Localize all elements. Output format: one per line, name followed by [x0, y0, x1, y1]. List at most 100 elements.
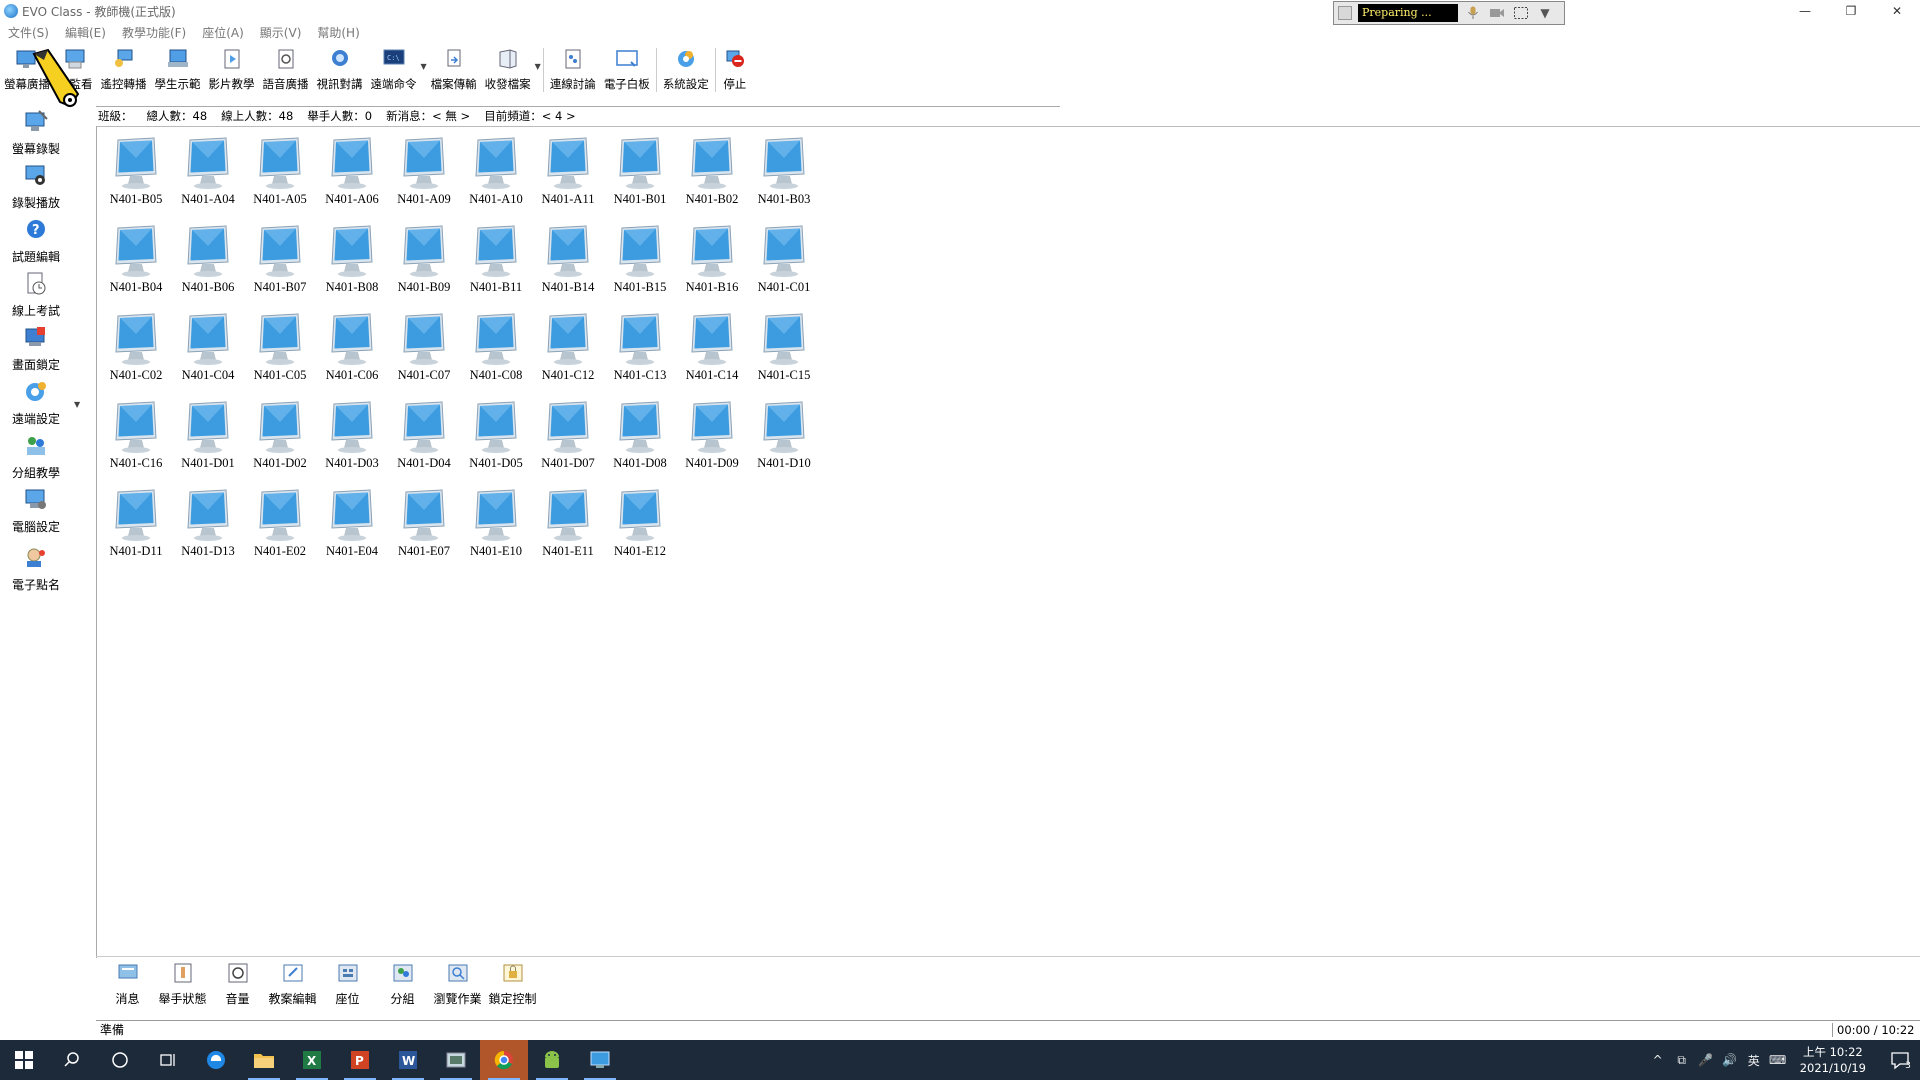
close-button[interactable]: ✕ [1874, 0, 1920, 22]
student-computer[interactable]: N401-B05 [100, 136, 172, 224]
toolbar-stop[interactable]: 停止 [718, 44, 752, 96]
student-computer[interactable]: N401-E04 [316, 488, 388, 576]
student-computer[interactable]: N401-B02 [676, 136, 748, 224]
student-computer[interactable]: N401-B01 [604, 136, 676, 224]
toolbar-file-transfer[interactable]: 檔案傳輸 [427, 44, 481, 96]
tray-overflow-icon[interactable]: ^ [1646, 1053, 1670, 1067]
bottom-volume-button[interactable]: 音量 [210, 960, 265, 1012]
record-stop-button[interactable] [1338, 6, 1352, 20]
bottom-browse-homework-button[interactable]: 瀏覽作業 [430, 960, 485, 1012]
student-computer[interactable]: N401-D02 [244, 400, 316, 488]
sidebar-item-screen-record[interactable]: 螢幕錄製 [0, 108, 72, 157]
student-computer[interactable]: N401-A04 [172, 136, 244, 224]
sidebar-item-remote-settings[interactable]: 遠端設定 [0, 378, 72, 427]
toolbar-discussion[interactable]: 連線討論 [546, 44, 600, 96]
student-computer[interactable]: N401-D03 [316, 400, 388, 488]
sidebar-item-computer-settings[interactable]: 電腦設定 [0, 486, 72, 535]
student-computer[interactable]: N401-A10 [460, 136, 532, 224]
student-computer[interactable]: N401-C02 [100, 312, 172, 400]
student-computer[interactable]: N401-D13 [172, 488, 244, 576]
menu-teaching[interactable]: 教學功能(F) [114, 24, 194, 41]
student-computer[interactable]: N401-C01 [748, 224, 820, 312]
toolbar-video-intercom[interactable]: 視訊對講 [313, 44, 367, 96]
microphone-icon[interactable] [1464, 5, 1482, 21]
student-computer[interactable]: N401-E07 [388, 488, 460, 576]
student-computer[interactable]: N401-B09 [388, 224, 460, 312]
microphone-tray-icon[interactable]: 🎤 [1694, 1053, 1718, 1067]
taskbar-word[interactable]: W [384, 1040, 432, 1080]
student-computer[interactable]: N401-B06 [172, 224, 244, 312]
student-computer[interactable]: N401-A05 [244, 136, 316, 224]
region-select-icon[interactable] [1512, 5, 1530, 21]
bottom-lesson-edit-button[interactable]: 教案編輯 [265, 960, 320, 1012]
toolbar-remote-relay[interactable]: 遙控轉播 [97, 44, 151, 96]
student-computer[interactable]: N401-C08 [460, 312, 532, 400]
toolbar-remote-command[interactable]: C:\ 遠端命令 [367, 44, 421, 96]
student-computer[interactable]: N401-C13 [604, 312, 676, 400]
speaker-icon[interactable]: 🔊 [1718, 1053, 1742, 1067]
sidebar-dropdown-icon[interactable]: ▼ [74, 400, 80, 409]
menu-file[interactable]: 文件(S) [0, 24, 57, 41]
taskbar-app[interactable] [432, 1040, 480, 1080]
menu-seat[interactable]: 座位(A) [194, 24, 252, 41]
keyboard-icon[interactable]: ⌨ [1766, 1053, 1790, 1067]
toolbar-collect-files[interactable]: 收發檔案 [481, 44, 535, 96]
sidebar-item-group-teach[interactable]: 分組教學 [0, 432, 72, 481]
student-computer[interactable]: N401-E12 [604, 488, 676, 576]
taskbar-cortana[interactable] [96, 1040, 144, 1080]
taskbar-chrome[interactable] [480, 1040, 528, 1080]
notification-center-button[interactable]: 3 [1880, 1040, 1920, 1080]
input-language[interactable]: 英 [1742, 1052, 1766, 1069]
student-computer[interactable]: N401-B07 [244, 224, 316, 312]
student-computer[interactable]: N401-B08 [316, 224, 388, 312]
student-computer[interactable]: N401-E11 [532, 488, 604, 576]
student-computer[interactable]: N401-D10 [748, 400, 820, 488]
restore-button[interactable]: ❐ [1828, 0, 1874, 22]
student-computer[interactable]: N401-D08 [604, 400, 676, 488]
student-computer[interactable]: N401-B14 [532, 224, 604, 312]
student-computer[interactable]: N401-B11 [460, 224, 532, 312]
student-computer[interactable]: N401-D07 [532, 400, 604, 488]
toolbar-student-demo[interactable]: 學生示範 [151, 44, 205, 96]
student-computer[interactable]: N401-C05 [244, 312, 316, 400]
sidebar-item-record-playback[interactable]: 錄製播放 [0, 162, 72, 211]
bottom-raise-hand-button[interactable]: 舉手狀態 [155, 960, 210, 1012]
taskbar-android[interactable] [528, 1040, 576, 1080]
student-computer[interactable]: N401-C06 [316, 312, 388, 400]
bottom-message-button[interactable]: 消息 [100, 960, 155, 1012]
taskbar-powerpoint[interactable]: P [336, 1040, 384, 1080]
student-computer[interactable]: N401-B16 [676, 224, 748, 312]
student-computer[interactable]: N401-D11 [100, 488, 172, 576]
student-computer[interactable]: N401-A06 [316, 136, 388, 224]
taskbar-excel[interactable]: X [288, 1040, 336, 1080]
taskbar-task-view[interactable] [144, 1040, 192, 1080]
student-computer[interactable]: N401-A09 [388, 136, 460, 224]
recorder-dropdown[interactable]: ▼ [1536, 5, 1554, 21]
student-computer[interactable]: N401-A11 [532, 136, 604, 224]
taskbar-file-explorer[interactable] [240, 1040, 288, 1080]
collect-files-dropdown-icon[interactable]: ▼ [535, 62, 541, 71]
network-icon[interactable]: ⧉ [1670, 1053, 1694, 1068]
toolbar-whiteboard[interactable]: 電子白板 [600, 44, 654, 96]
sidebar-item-screen-lock[interactable]: 畫面鎖定 [0, 324, 72, 373]
student-computer[interactable]: N401-D05 [460, 400, 532, 488]
student-computer[interactable]: N401-B15 [604, 224, 676, 312]
minimize-button[interactable]: — [1782, 0, 1828, 22]
student-computer[interactable]: N401-D04 [388, 400, 460, 488]
student-computer[interactable]: N401-B04 [100, 224, 172, 312]
menu-view[interactable]: 顯示(V) [252, 24, 310, 41]
student-computer[interactable]: N401-C12 [532, 312, 604, 400]
student-computer[interactable]: N401-D01 [172, 400, 244, 488]
menu-help[interactable]: 幫助(H) [309, 24, 367, 41]
student-computer[interactable]: N401-C04 [172, 312, 244, 400]
student-computer[interactable]: N401-D09 [676, 400, 748, 488]
taskbar-clock[interactable]: 上午 10:22 2021/10/19 [1800, 1044, 1866, 1076]
camera-icon[interactable] [1488, 5, 1506, 21]
taskbar-evo-class[interactable] [576, 1040, 624, 1080]
student-computer[interactable]: N401-E10 [460, 488, 532, 576]
student-computer[interactable]: N401-C14 [676, 312, 748, 400]
bottom-seat-button[interactable]: 座位 [320, 960, 375, 1012]
student-computer[interactable]: N401-C16 [100, 400, 172, 488]
sidebar-item-online-exam[interactable]: 線上考試 [0, 270, 72, 319]
student-computer[interactable]: N401-C07 [388, 312, 460, 400]
